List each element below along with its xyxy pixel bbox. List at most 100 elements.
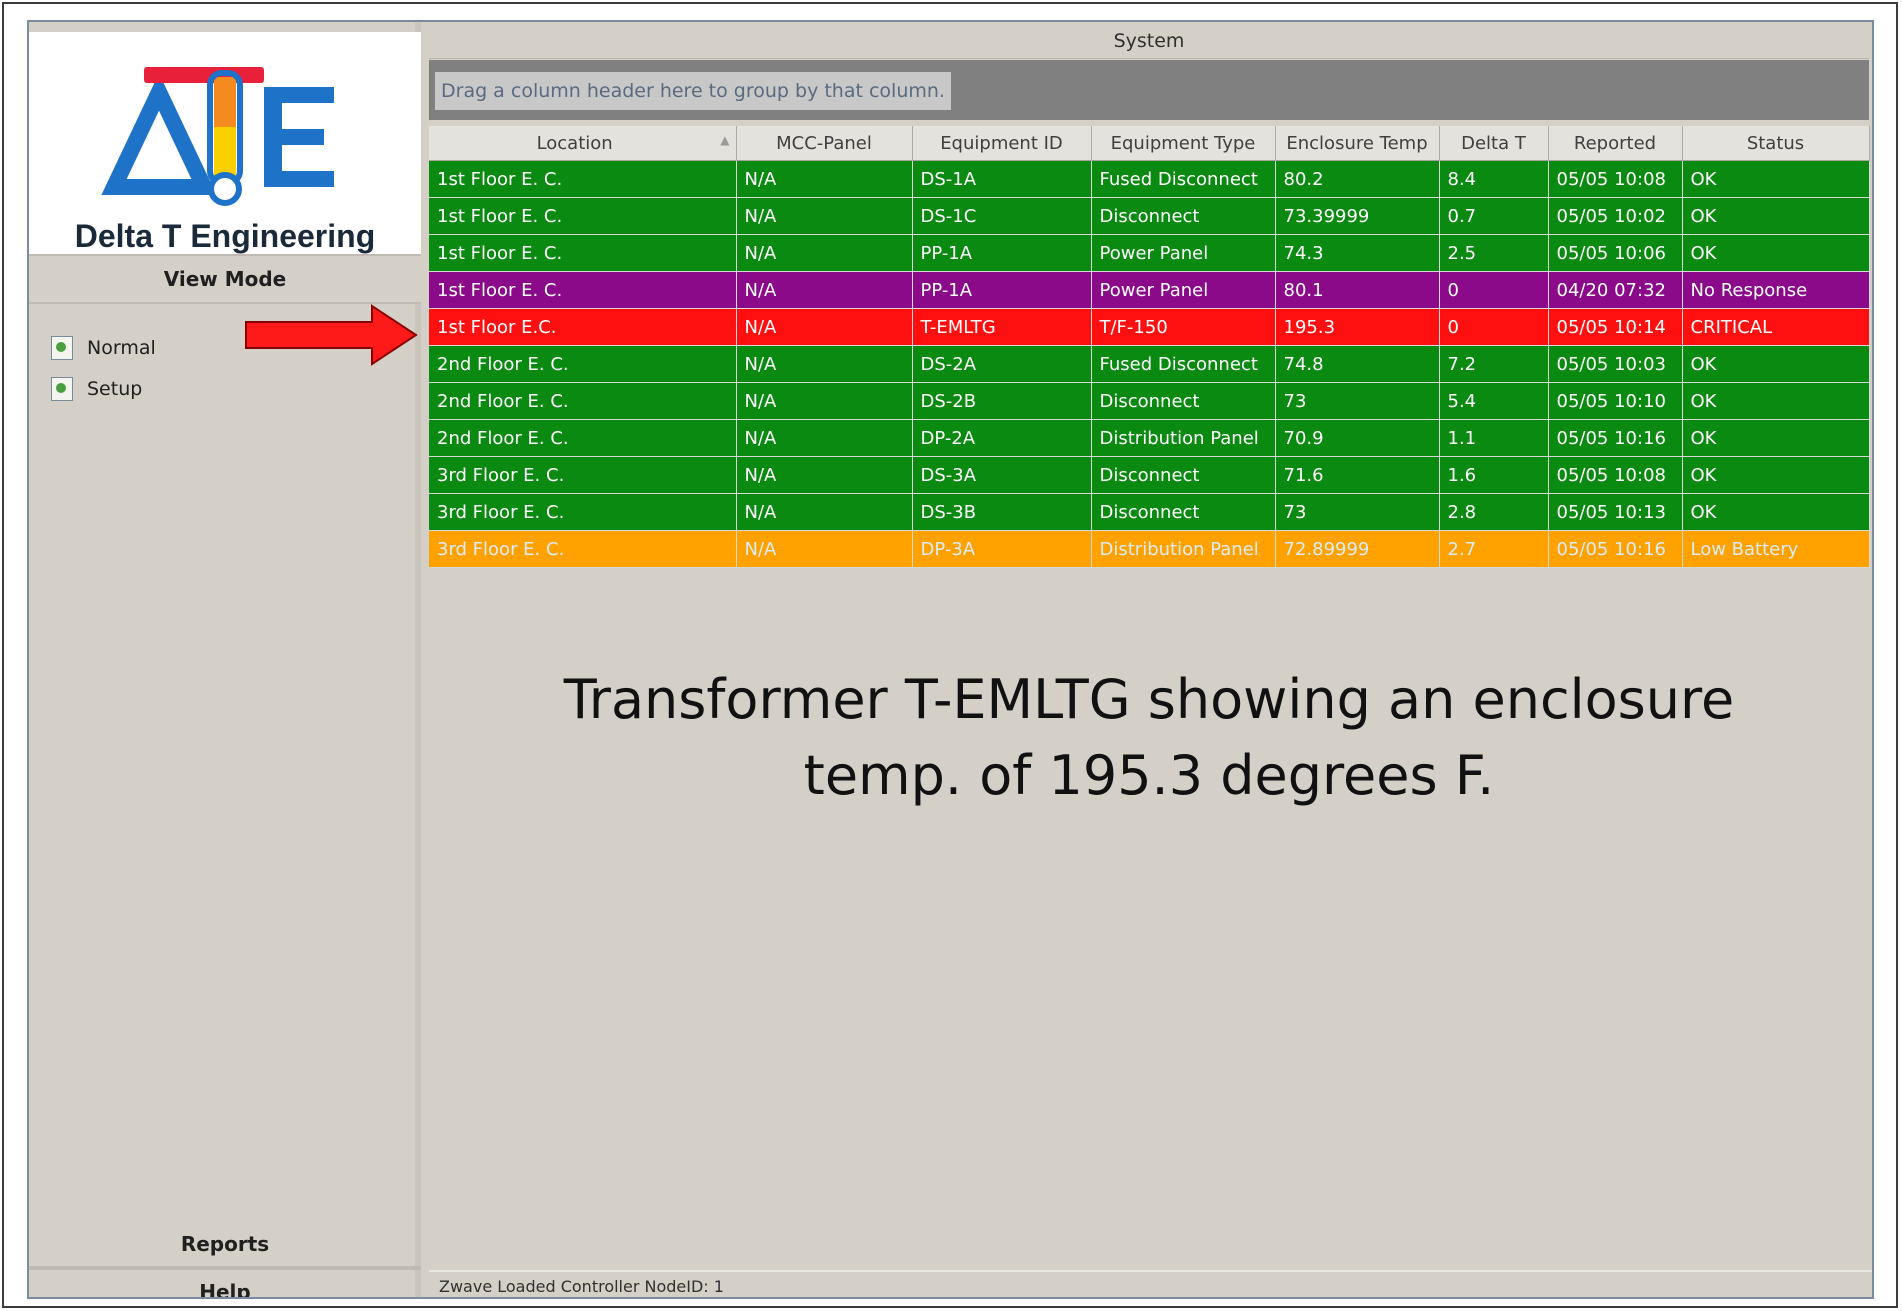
column-header-equipment-type[interactable]: Equipment Type (1091, 126, 1276, 161)
status-bar: Zwave Loaded Controller NodeID: 1 (429, 1270, 1872, 1297)
page-icon (51, 336, 73, 360)
table-row[interactable]: 3rd Floor E. C. N/A DP-3A Distribution Pane… (429, 530, 1870, 568)
reports-header[interactable]: Reports (29, 1222, 421, 1268)
column-header-location[interactable]: Location ▲ (429, 126, 737, 161)
table-cell: T/F-150 (1091, 308, 1276, 346)
table-cell: Fused Disconnect (1091, 345, 1276, 383)
help-header[interactable]: Help (29, 1268, 421, 1297)
column-header-reported[interactable]: Reported (1548, 126, 1683, 161)
table-cell: T-EMLTG (912, 308, 1092, 346)
table-cell: 2nd Floor E. C. (429, 345, 737, 383)
logo-area: Delta T Engineering (29, 32, 421, 262)
sort-ascending-icon: ▲ (720, 132, 730, 147)
table-cell: N/A (736, 308, 913, 346)
table-cell: DS-3A (912, 456, 1092, 494)
table-cell: N/A (736, 419, 913, 457)
table-cell: 1st Floor E.C. (429, 308, 737, 346)
table-cell: 05/05 10:08 (1548, 160, 1683, 198)
table-row[interactable]: 1st Floor E.C. N/A T-EMLTG T/F-150 195.3 0 05/… (429, 308, 1870, 346)
view-mode-header[interactable]: View Mode (29, 254, 421, 304)
table-cell: PP-1A (912, 234, 1092, 272)
table-cell: 74.3 (1275, 234, 1440, 272)
group-by-hint: Drag a column header here to group by th… (435, 72, 951, 110)
table-cell: Distribution Panel (1091, 530, 1276, 568)
company-name: Delta T Engineering (74, 218, 376, 254)
column-header-mcc-panel[interactable]: MCC-Panel (736, 126, 913, 161)
table-cell: 05/05 10:03 (1548, 345, 1683, 383)
table-row[interactable]: 1st Floor E. C. N/A PP-1A Power Panel 80.1 0 0… (429, 271, 1870, 309)
table-cell: Low Battery (1682, 530, 1870, 568)
table-cell: 05/05 10:02 (1548, 197, 1683, 235)
table-cell: 05/05 10:16 (1548, 530, 1683, 568)
table-cell: DS-1A (912, 160, 1092, 198)
table-cell: 7.2 (1439, 345, 1549, 383)
table-cell: 1.1 (1439, 419, 1549, 457)
annotation-caption: Transformer T-EMLTG showing an enclosure… (429, 662, 1869, 814)
table-cell: 05/05 10:06 (1548, 234, 1683, 272)
table-cell: DS-3B (912, 493, 1092, 531)
table-cell: Distribution Panel (1091, 419, 1276, 457)
nav-item-setup[interactable]: Setup (51, 372, 142, 406)
table-cell: 71.6 (1275, 456, 1440, 494)
table-cell: N/A (736, 530, 913, 568)
table-row[interactable]: 3rd Floor E. C. N/A DS-3A Disconnect 71.6 1.6… (429, 456, 1870, 494)
table-cell: 73 (1275, 382, 1440, 420)
table-cell: 05/05 10:08 (1548, 456, 1683, 494)
table-cell: PP-1A (912, 271, 1092, 309)
table-cell: Disconnect (1091, 382, 1276, 420)
table-cell: 1st Floor E. C. (429, 271, 737, 309)
table-cell: 3rd Floor E. C. (429, 493, 737, 531)
table-cell: 3rd Floor E. C. (429, 530, 737, 568)
table-cell: 73 (1275, 493, 1440, 531)
table-row[interactable]: 1st Floor E. C. N/A DS-1C Disconnect 73.3999… (429, 197, 1870, 235)
table-cell: Disconnect (1091, 197, 1276, 235)
table-cell: 2.7 (1439, 530, 1549, 568)
table-row[interactable]: 3rd Floor E. C. N/A DS-3B Disconnect 73 2.8 05… (429, 493, 1870, 531)
panel-title: System (429, 22, 1869, 59)
equipment-grid: Location ▲ MCC-Panel Equipment ID Equipme… (429, 126, 1870, 568)
column-header-status[interactable]: Status (1682, 126, 1870, 161)
table-cell: Fused Disconnect (1091, 160, 1276, 198)
red-arrow-icon (245, 304, 418, 366)
table-cell: N/A (736, 456, 913, 494)
table-cell: 0 (1439, 271, 1549, 309)
table-cell: DS-1C (912, 197, 1092, 235)
table-cell: 05/05 10:13 (1548, 493, 1683, 531)
table-cell: 05/05 10:14 (1548, 308, 1683, 346)
table-cell: Disconnect (1091, 493, 1276, 531)
table-cell: 1st Floor E. C. (429, 234, 737, 272)
table-row[interactable]: 2nd Floor E. C. N/A DS-2B Disconnect 73 5.4 05… (429, 382, 1870, 420)
table-row[interactable]: 1st Floor E. C. N/A PP-1A Power Panel 74.3 2.… (429, 234, 1870, 272)
table-cell: OK (1682, 419, 1870, 457)
table-cell: N/A (736, 493, 913, 531)
column-header-delta-t[interactable]: Delta T (1439, 126, 1549, 161)
table-cell: 5.4 (1439, 382, 1549, 420)
nav-item-label: Setup (87, 378, 143, 400)
table-cell: 04/20 07:32 (1548, 271, 1683, 309)
sidebar: Delta T Engineering View Mode Normal Set… (29, 22, 421, 1297)
annotation-line: temp. of 195.3 degrees F. (803, 744, 1495, 807)
table-row[interactable]: 1st Floor E. C. N/A DS-1A Fused Disconnect 8… (429, 160, 1870, 198)
group-by-bar[interactable]: Drag a column header here to group by th… (429, 60, 1869, 120)
table-cell: 2nd Floor E. C. (429, 382, 737, 420)
status-text: Zwave Loaded Controller NodeID: 1 (439, 1277, 724, 1296)
column-header-enclosure-temp[interactable]: Enclosure Temp (1275, 126, 1440, 161)
table-cell: 1.6 (1439, 456, 1549, 494)
table-cell: N/A (736, 345, 913, 383)
table-cell: 80.1 (1275, 271, 1440, 309)
grid-header-row: Location ▲ MCC-Panel Equipment ID Equipme… (429, 126, 1870, 161)
table-row[interactable]: 2nd Floor E. C. N/A DP-2A Distribution Pane… (429, 419, 1870, 457)
column-header-equipment-id[interactable]: Equipment ID (912, 126, 1092, 161)
table-cell: Disconnect (1091, 456, 1276, 494)
table-cell: 74.8 (1275, 345, 1440, 383)
table-cell: 1st Floor E. C. (429, 160, 737, 198)
app-window: Delta T Engineering View Mode Normal Set… (27, 20, 1874, 1299)
table-cell: 72.89999 (1275, 530, 1440, 568)
table-cell: 1st Floor E. C. (429, 197, 737, 235)
table-row[interactable]: 2nd Floor E. C. N/A DS-2A Fused Disconnect 7… (429, 345, 1870, 383)
nav-item-label: Normal (87, 337, 156, 359)
table-cell: 70.9 (1275, 419, 1440, 457)
table-cell: OK (1682, 493, 1870, 531)
nav-item-normal[interactable]: Normal (51, 331, 156, 365)
table-cell: 0 (1439, 308, 1549, 346)
